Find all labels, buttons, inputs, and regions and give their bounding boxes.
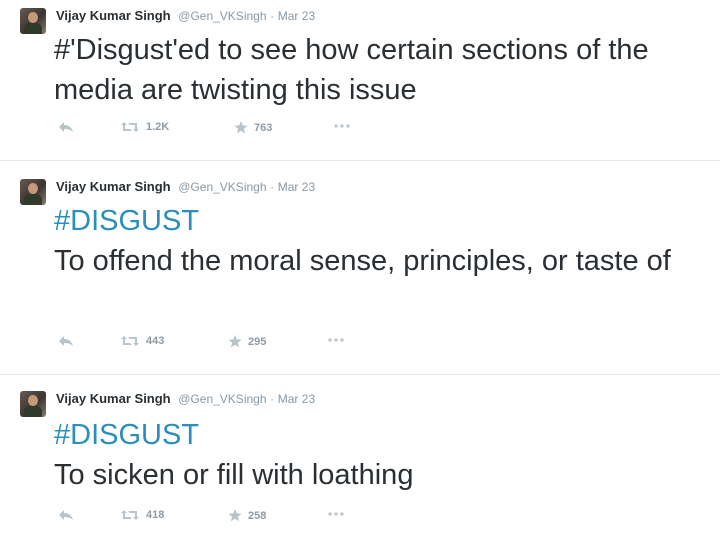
- retweet-icon: [121, 122, 139, 132]
- tweet-header: Vijay Kumar Singh @Gen_VKSingh · Mar 23: [56, 8, 315, 23]
- reply-icon: [59, 336, 73, 346]
- hashtag-link[interactable]: #DISGUST: [54, 415, 704, 455]
- tweet-text: #DISGUST To sicken or fill with loathing: [54, 415, 704, 495]
- reply-icon: [59, 122, 73, 132]
- reply-button[interactable]: [58, 335, 74, 347]
- star-icon: [228, 335, 242, 348]
- retweet-button[interactable]: 1.2K: [120, 121, 169, 133]
- avatar[interactable]: [20, 179, 46, 205]
- separator: ·: [270, 9, 275, 23]
- author-handle[interactable]: @Gen_VKSingh: [178, 392, 266, 406]
- favorite-button[interactable]: 295: [228, 335, 266, 348]
- tweet-date[interactable]: Mar 23: [278, 392, 315, 406]
- avatar[interactable]: [20, 391, 46, 417]
- retweet-count: 1.2K: [146, 121, 170, 133]
- more-button[interactable]: [328, 511, 344, 517]
- author-handle[interactable]: @Gen_VKSingh: [178, 180, 266, 194]
- more-dots-icon: [328, 512, 344, 516]
- tweet-header: Vijay Kumar Singh @Gen_VKSingh · Mar 23: [56, 391, 315, 406]
- favorite-count: 763: [254, 121, 273, 134]
- more-button[interactable]: [334, 123, 350, 129]
- separator: ·: [270, 392, 275, 406]
- author-name[interactable]: Vijay Kumar Singh: [56, 391, 171, 406]
- more-dots-icon: [328, 338, 344, 342]
- retweet-button[interactable]: 418: [120, 509, 164, 521]
- favorite-button[interactable]: 258: [228, 509, 266, 522]
- tweet-date[interactable]: Mar 23: [278, 9, 315, 23]
- star-icon: [228, 509, 242, 522]
- star-icon: [234, 121, 248, 134]
- reply-button[interactable]: [58, 121, 74, 133]
- author-name[interactable]: Vijay Kumar Singh: [56, 179, 171, 194]
- retweet-button[interactable]: 443: [120, 335, 164, 347]
- tweet[interactable]: Vijay Kumar Singh @Gen_VKSingh · Mar 23 …: [0, 161, 720, 374]
- retweet-count: 443: [146, 335, 165, 347]
- author-name[interactable]: Vijay Kumar Singh: [56, 8, 171, 23]
- separator: ·: [270, 180, 275, 194]
- tweet[interactable]: Vijay Kumar Singh @Gen_VKSingh · Mar 23 …: [0, 375, 720, 540]
- hashtag-link[interactable]: #DISGUST: [54, 201, 704, 241]
- more-dots-icon: [334, 124, 350, 128]
- tweet-text: #DISGUST To offend the moral sense, prin…: [54, 201, 704, 281]
- more-button[interactable]: [328, 337, 344, 343]
- reply-button[interactable]: [58, 509, 74, 521]
- tweet-text-content: To sicken or fill with loathing: [54, 459, 414, 491]
- tweet-date[interactable]: Mar 23: [278, 180, 315, 194]
- retweet-icon: [121, 336, 139, 346]
- tweet-text-content: #'Disgust'ed to see how certain sections…: [54, 34, 649, 106]
- favorite-count: 258: [248, 509, 267, 522]
- retweet-icon: [121, 510, 139, 520]
- tweet-feed: Vijay Kumar Singh @Gen_VKSingh · Mar 23 …: [0, 0, 720, 540]
- tweet[interactable]: Vijay Kumar Singh @Gen_VKSingh · Mar 23 …: [0, 0, 720, 160]
- avatar[interactable]: [20, 8, 46, 34]
- tweet-header: Vijay Kumar Singh @Gen_VKSingh · Mar 23: [56, 179, 315, 194]
- tweet-text: #'Disgust'ed to see how certain sections…: [54, 30, 704, 110]
- author-handle[interactable]: @Gen_VKSingh: [178, 9, 266, 23]
- tweet-text-content: To offend the moral sense, principles, o…: [54, 245, 671, 277]
- favorite-button[interactable]: 763: [234, 121, 272, 134]
- retweet-count: 418: [146, 509, 165, 521]
- favorite-count: 295: [248, 335, 267, 348]
- reply-icon: [59, 510, 73, 520]
